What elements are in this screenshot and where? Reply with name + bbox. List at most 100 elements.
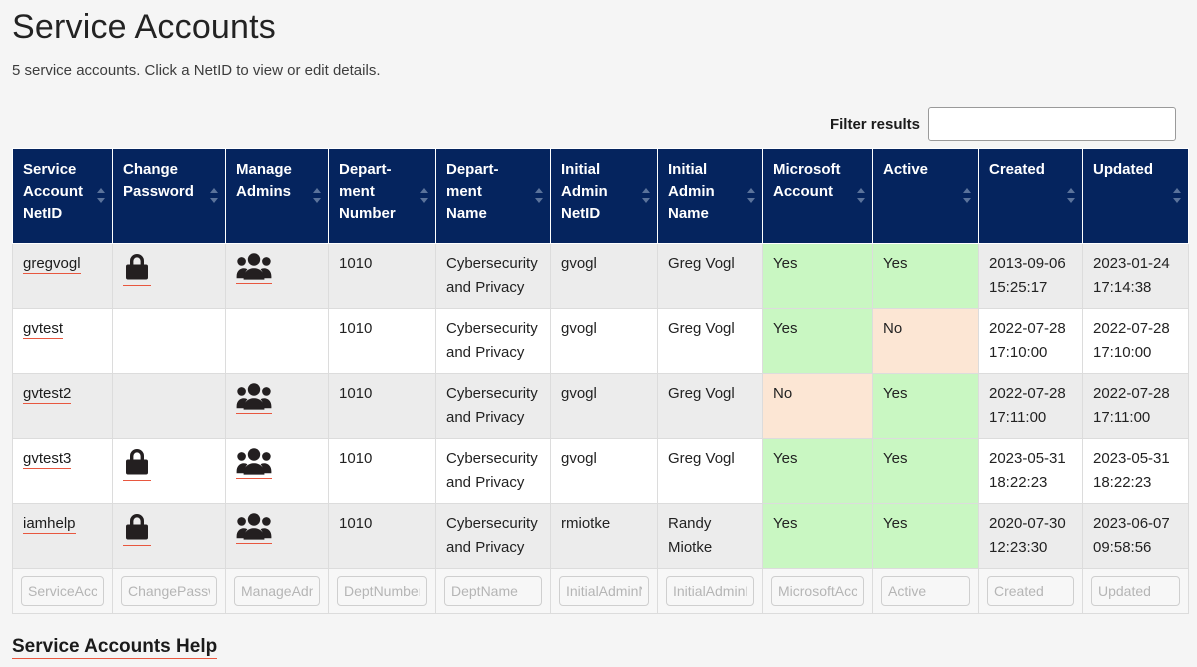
filter-results-label: Filter results	[830, 116, 920, 133]
column-header-line: NetID	[23, 203, 94, 225]
cell-initial-admin-name: Greg Vogl	[658, 309, 763, 374]
cell-updated: 2023-01-24 17:14:38	[1083, 244, 1189, 309]
column-header-depart-ment-name[interactable]: Depart-mentName	[436, 149, 551, 244]
table-row: gvtest3 1010Cybersecurity and Privacygvog…	[13, 439, 1189, 504]
cell-created: 2023-05-31 18:22:23	[979, 439, 1083, 504]
cell-microsoft-account: Yes	[763, 244, 873, 309]
help-section: Service Accounts Help	[12, 636, 1185, 658]
cell-netid: gvtest3	[13, 439, 113, 504]
sort-indicator-icon[interactable]	[313, 187, 322, 205]
sort-indicator-icon[interactable]	[420, 187, 429, 205]
column-header-line: Depart-	[446, 159, 532, 181]
page-container: Service Accounts 5 service accounts. Cli…	[0, 0, 1197, 658]
cell-initial-admin-name: Greg Vogl	[658, 439, 763, 504]
column-header-line: Created	[989, 159, 1064, 181]
column-filter-input-3[interactable]	[337, 576, 427, 606]
sort-indicator-icon[interactable]	[1173, 187, 1182, 205]
netid-link[interactable]: iamhelp	[23, 515, 76, 534]
users-icon[interactable]	[236, 252, 272, 284]
column-filter-cell	[658, 569, 763, 614]
column-header-created[interactable]: Created	[979, 149, 1083, 244]
column-header-active[interactable]: Active	[873, 149, 979, 244]
sort-indicator-icon[interactable]	[642, 187, 651, 205]
netid-link[interactable]: gvtest	[23, 320, 63, 339]
cell-created: 2022-07-28 17:10:00	[979, 309, 1083, 374]
column-header-line: Name	[446, 203, 532, 225]
cell-dept-number: 1010	[329, 504, 436, 569]
lock-icon[interactable]	[123, 447, 151, 481]
column-filter-input-2[interactable]	[234, 576, 320, 606]
cell-netid: gvtest	[13, 309, 113, 374]
cell-microsoft-account: Yes	[763, 309, 873, 374]
lock-icon[interactable]	[123, 252, 151, 286]
column-header-service-account-netid[interactable]: ServiceAccountNetID	[13, 149, 113, 244]
column-filter-input-4[interactable]	[444, 576, 542, 606]
column-filter-input-10[interactable]	[1091, 576, 1180, 606]
column-filter-input-5[interactable]	[559, 576, 649, 606]
column-filter-input-0[interactable]	[21, 576, 104, 606]
sort-indicator-icon[interactable]	[747, 187, 756, 205]
service-accounts-help-link[interactable]: Service Accounts Help	[12, 636, 217, 659]
sort-indicator-icon[interactable]	[963, 187, 972, 205]
column-filter-input-7[interactable]	[771, 576, 864, 606]
cell-dept-number: 1010	[329, 374, 436, 439]
column-filter-cell	[113, 569, 226, 614]
column-header-change-password[interactable]: ChangePassword	[113, 149, 226, 244]
cell-manage-admins	[226, 374, 329, 439]
netid-link[interactable]: gvtest2	[23, 385, 71, 404]
column-filter-input-8[interactable]	[881, 576, 970, 606]
cell-dept-name: Cybersecurity and Privacy	[436, 504, 551, 569]
column-header-initial-admin-name[interactable]: InitialAdminName	[658, 149, 763, 244]
table-foot	[13, 569, 1189, 614]
column-header-microsoft-account[interactable]: MicrosoftAccount	[763, 149, 873, 244]
table-row: iamhelp1010Cybersecurity and Privacyrmio…	[13, 504, 1189, 569]
column-header-line: Depart-	[339, 159, 417, 181]
column-header-line: ment	[446, 181, 532, 203]
column-header-line: Change	[123, 159, 207, 181]
column-header-line: Active	[883, 159, 960, 181]
column-header-depart-ment-number[interactable]: Depart-mentNumber	[329, 149, 436, 244]
sort-indicator-icon[interactable]	[535, 187, 544, 205]
cell-initial-admin-name: Randy Miotke	[658, 504, 763, 569]
column-header-line: Admin	[561, 181, 639, 203]
cell-dept-number: 1010	[329, 244, 436, 309]
sort-indicator-icon[interactable]	[1067, 187, 1076, 205]
cell-dept-name: Cybersecurity and Privacy	[436, 244, 551, 309]
cell-active: Yes	[873, 374, 979, 439]
column-filter-input-6[interactable]	[666, 576, 754, 606]
users-icon[interactable]	[236, 447, 272, 479]
users-icon[interactable]	[236, 382, 272, 414]
cell-created: 2020-07-30 12:23:30	[979, 504, 1083, 569]
lock-icon[interactable]	[123, 512, 151, 546]
filter-results-input[interactable]	[928, 107, 1176, 141]
column-filter-row	[13, 569, 1189, 614]
column-header-line: Updated	[1093, 159, 1170, 181]
column-filter-input-9[interactable]	[987, 576, 1074, 606]
table-row: gregvogl1010Cybersecurity and Privacygvo…	[13, 244, 1189, 309]
cell-initial-admin-netid: gvogl	[551, 439, 658, 504]
sort-indicator-icon[interactable]	[210, 187, 219, 205]
page-subtitle: 5 service accounts. Click a NetID to vie…	[12, 49, 1185, 81]
netid-link[interactable]: gregvogl	[23, 255, 81, 274]
users-icon[interactable]	[236, 512, 272, 544]
column-filter-cell	[551, 569, 658, 614]
cell-initial-admin-netid: gvogl	[551, 309, 658, 374]
cell-active: Yes	[873, 244, 979, 309]
column-filter-cell	[436, 569, 551, 614]
sort-indicator-icon[interactable]	[857, 187, 866, 205]
netid-link[interactable]: gvtest3	[23, 450, 71, 469]
cell-dept-name: Cybersecurity and Privacy	[436, 374, 551, 439]
cell-dept-number: 1010	[329, 439, 436, 504]
cell-created: 2013-09-06 15:25:17	[979, 244, 1083, 309]
column-header-initial-admin-netid[interactable]: InitialAdminNetID	[551, 149, 658, 244]
column-header-manage-admins[interactable]: ManageAdmins	[226, 149, 329, 244]
column-filter-cell	[1083, 569, 1189, 614]
cell-active: No	[873, 309, 979, 374]
sort-indicator-icon[interactable]	[97, 187, 106, 205]
column-header-line: ment	[339, 181, 417, 203]
cell-active: Yes	[873, 439, 979, 504]
cell-dept-name: Cybersecurity and Privacy	[436, 439, 551, 504]
column-filter-input-1[interactable]	[121, 576, 217, 606]
column-header-updated[interactable]: Updated	[1083, 149, 1189, 244]
cell-microsoft-account: Yes	[763, 504, 873, 569]
